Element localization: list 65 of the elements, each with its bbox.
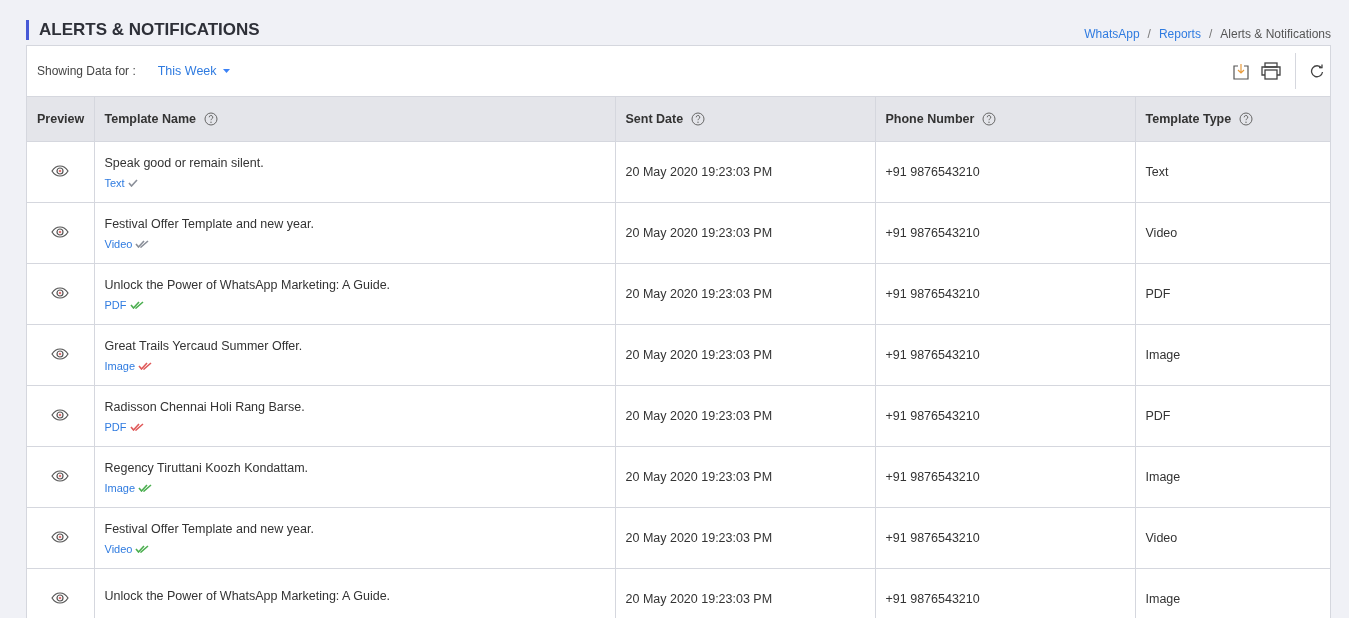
period-dropdown[interactable]: This Week [157,64,230,78]
template-type-tag: PDF [104,298,127,311]
eye-icon[interactable] [51,286,70,299]
phone-number-cell: +91 9876543210 [875,141,1135,203]
filter-label: Showing Data for : [37,64,136,78]
eye-icon[interactable] [51,591,70,604]
template-name: Unlock the Power of WhatsApp Marketing: A Guide. [104,588,392,603]
template-type-cell: Text [1135,141,1330,203]
template-name: Unlock the Power of WhatsApp Marketing: A Guide. [104,277,392,292]
breadcrumb-separator: / [1208,27,1213,41]
help-icon[interactable] [203,112,218,126]
help-icon[interactable] [1239,112,1254,126]
column-header: Template Type [1135,97,1330,142]
template-type-cell: Image [1135,324,1330,386]
sent-date-cell: 20 May 2020 19:23:03 PM [615,385,875,447]
sent-date-cell: 20 May 2020 19:23:03 PM [615,324,875,386]
sent-date-cell: 20 May 2020 19:23:03 PM [615,202,875,264]
phone-number-cell: +91 9876543210 [875,446,1135,508]
phone-number-cell: +91 9876543210 [875,385,1135,447]
template-name: Speak good or remain silent. [104,155,265,170]
column-header: Sent Date [615,97,875,142]
column-header: Template Name [94,97,615,142]
sent-date-cell: 20 May 2020 19:23:03 PM [615,141,875,203]
eye-icon[interactable] [51,469,70,482]
template-name: Great Trails Yercaud Summer Offer. [104,338,304,353]
phone-number-cell: +91 9876543210 [875,568,1135,618]
template-type-cell: Video [1135,202,1330,264]
template-type-tag: PDF [104,420,127,433]
template-type-tag: Image [104,359,136,372]
template-name: Festival Offer Template and new year. [104,521,315,536]
template-type-cell: Image [1135,568,1330,618]
phone-number-cell: +91 9876543210 [875,507,1135,569]
template-type-tag: Text [104,176,125,189]
template-type-cell: PDF [1135,385,1330,447]
page-title: ALERTS & NOTIFICATIONS [26,20,260,40]
column-header: Preview [27,97,94,142]
breadcrumb-separator: / [1147,27,1151,41]
phone-number-cell: +91 9876543210 [875,263,1135,325]
breadcrumb-current: Alerts & Notifications [1220,27,1331,41]
template-name: Radisson Chennai Holi Rang Barse. [104,399,306,414]
eye-icon[interactable] [51,225,70,238]
sent-date-cell: 20 May 2020 19:23:03 PM [615,507,875,569]
template-name: Regency Tiruttani Koozh Kondattam. [104,460,310,475]
sent-date-cell: 20 May 2020 19:23:03 PM [615,568,875,618]
sent-date-cell: 20 May 2020 19:23:03 PM [615,446,875,508]
template-type-cell: Image [1135,446,1330,508]
eye-icon[interactable] [51,347,70,360]
breadcrumb-link[interactable]: Reports [1158,27,1201,41]
template-name: Festival Offer Template and new year. [104,216,315,231]
template-type-cell: Video [1135,507,1330,569]
help-icon[interactable] [691,112,706,126]
template-type-tag: Video [104,542,133,555]
template-type-tag: Video [104,237,133,250]
column-header: Phone Number [875,97,1135,142]
sent-date-cell: 20 May 2020 19:23:03 PM [615,263,875,325]
caret-icon [222,69,230,73]
template-type-tag: Image [104,481,136,494]
eye-icon[interactable] [51,408,70,421]
breadcrumb-link[interactable]: WhatsApp [1084,27,1140,41]
phone-number-cell: +91 9876543210 [875,324,1135,386]
template-type-cell: PDF [1135,263,1330,325]
help-icon[interactable] [982,112,997,126]
phone-number-cell: +91 9876543210 [875,202,1135,264]
eye-icon[interactable] [51,530,70,543]
eye-icon[interactable] [51,164,70,177]
